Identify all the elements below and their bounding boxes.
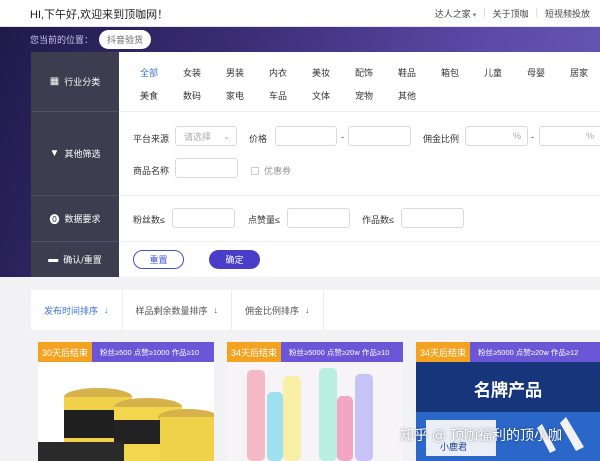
category-item[interactable]: 女装 xyxy=(183,66,226,79)
confirm-button[interactable]: 确定 xyxy=(209,250,260,269)
top-bar: HI,下午好,欢迎来到顶咖网！ 达人之家 ▾ | 关于顶咖 | 短视频投放 xyxy=(0,0,600,27)
arrow-down-icon: ↓ xyxy=(305,305,310,315)
breadcrumb-prefix: 您当前的位置： xyxy=(30,35,94,45)
category-item[interactable]: 文体 xyxy=(312,89,355,102)
works-input[interactable] xyxy=(401,208,464,228)
arrow-down-icon: ↓ xyxy=(213,305,219,315)
price-dash: - xyxy=(341,132,344,142)
category-item[interactable]: 男装 xyxy=(226,66,269,79)
top-nav: 达人之家 ▾ | 关于顶咖 | 短视频投放 xyxy=(434,7,590,20)
product-card[interactable]: 30天后结束 粉丝≥500 点赞≥1000 作品≥10 xyxy=(38,342,214,461)
filter-content: 全部 女装 男装 内衣 美妆 配饰 鞋品 箱包 儿童 母婴 居家 美食 数码 家… xyxy=(119,52,600,277)
ends-badge: 34天后结束 xyxy=(227,342,282,362)
product-image: 名牌产品 小鹿君 xyxy=(416,362,600,461)
product-image xyxy=(38,362,214,461)
fans-input[interactable] xyxy=(172,208,235,228)
category-item[interactable]: 数码 xyxy=(183,89,226,102)
arrow-down-icon: ↓ xyxy=(104,305,109,315)
sort-by-commission[interactable]: 佣金比例排序 ↓ xyxy=(232,290,324,330)
sidebar-item-data: ⓿ 数据要求 xyxy=(31,196,119,242)
filter-sidebar: ▦ 行业分类 ▼ 其他筛选 ⓿ 数据要求 ▬ 确认/重置 xyxy=(31,52,119,277)
platform-label: 平台来源 xyxy=(133,134,170,144)
watermark-text: 知乎 @ 顶咖福利的顶小咖 xyxy=(400,427,562,443)
category-row: 全部 女装 男装 内衣 美妆 配饰 鞋品 箱包 儿童 母婴 居家 美食 数码 家… xyxy=(119,52,600,112)
category-item[interactable]: 居家 xyxy=(570,66,600,79)
product-image xyxy=(227,362,403,461)
breadcrumb: 您当前的位置： 抖音验货 xyxy=(30,30,152,49)
commission-label: 佣金比例 xyxy=(423,134,460,144)
works-label: 作品数≤ xyxy=(362,215,394,225)
category-item[interactable]: 儿童 xyxy=(484,66,527,79)
category-item[interactable]: 箱包 xyxy=(441,66,484,79)
card-requirements: 粉丝≥500 点赞≥1000 作品≥10 xyxy=(100,347,200,357)
card-requirements: 粉丝≥5000 点赞≥20w 作品≥10 xyxy=(289,347,390,357)
likes-input[interactable] xyxy=(287,208,350,228)
greeting-text: HI,下午好,欢迎来到顶咖网！ xyxy=(30,9,169,21)
category-item[interactable]: 配饰 xyxy=(355,66,398,79)
category-item[interactable]: 宠物 xyxy=(355,89,398,102)
chevron-down-icon: ⌄ xyxy=(223,131,230,141)
category-item[interactable]: 车品 xyxy=(269,89,312,102)
product-card[interactable]: 34天后结束 粉丝≥5000 点赞≥20w 作品≥10 xyxy=(227,342,403,461)
card-header: 34天后结束 粉丝≥5000 点赞≥20w 作品≥12 xyxy=(416,342,600,362)
fans-label: 粉丝数≤ xyxy=(133,215,165,225)
ends-badge: 30天后结束 xyxy=(38,342,93,362)
other-filter-row: 平台来源 请选择 ⌄ 价格 - 佣金比例 % - % 商品名称 优惠券 xyxy=(119,112,600,196)
nav-about[interactable]: 关于顶咖 xyxy=(493,7,529,20)
coupon-checkbox[interactable]: 优惠券 xyxy=(251,164,291,177)
commission-min-input[interactable]: % xyxy=(465,126,528,146)
category-item[interactable]: 家电 xyxy=(226,89,269,102)
likes-label: 点赞量≤ xyxy=(248,215,280,225)
category-item[interactable]: 母婴 xyxy=(527,66,570,79)
sidebar-item-industry: ▦ 行业分类 xyxy=(31,52,119,112)
platform-select[interactable]: 请选择 ⌄ xyxy=(175,126,237,146)
product-name-label: 商品名称 xyxy=(133,166,170,176)
card-header: 34天后结束 粉丝≥5000 点赞≥20w 作品≥10 xyxy=(227,342,403,362)
category-list: 全部 女装 男装 内衣 美妆 配饰 鞋品 箱包 儿童 母婴 居家 美食 数码 家… xyxy=(140,66,600,102)
commission-dash: - xyxy=(531,132,534,142)
price-min-input[interactable] xyxy=(275,126,337,146)
chevron-down-icon: ▾ xyxy=(472,12,477,19)
product-name-input[interactable] xyxy=(175,158,238,178)
card-requirements: 粉丝≥5000 点赞≥20w 作品≥12 xyxy=(478,347,579,357)
category-item[interactable]: 美妆 xyxy=(312,66,355,79)
document-icon: ▬ xyxy=(48,254,59,265)
nav-talent-home[interactable]: 达人之家 ▾ xyxy=(435,7,477,20)
filter-panel: ▦ 行业分类 ▼ 其他筛选 ⓿ 数据要求 ▬ 确认/重置 全部 女装 男装 内衣… xyxy=(31,52,600,277)
category-all[interactable]: 全部 xyxy=(140,66,183,79)
sidebar-item-confirm: ▬ 确认/重置 xyxy=(48,254,102,265)
price-max-input[interactable] xyxy=(348,126,411,146)
nav-video-ads[interactable]: 短视频投放 xyxy=(545,7,590,20)
card-header: 30天后结束 粉丝≥500 点赞≥1000 作品≥10 xyxy=(38,342,214,362)
commission-max-input[interactable]: % xyxy=(539,126,600,146)
card-headline: 名牌产品 xyxy=(474,380,542,400)
category-item[interactable]: 美食 xyxy=(140,89,183,102)
sort-by-sample-remaining[interactable]: 样品剩余数量排序 ↓ xyxy=(123,290,233,330)
category-item[interactable]: 其他 xyxy=(398,89,441,102)
funnel-icon: ▼ xyxy=(49,148,60,159)
reset-button[interactable]: 重置 xyxy=(133,250,184,269)
checkbox-icon xyxy=(251,166,259,175)
category-item[interactable]: 鞋品 xyxy=(398,66,441,79)
breadcrumb-current[interactable]: 抖音验货 xyxy=(99,30,152,49)
sort-bar: 发布时间排序 ↓ 样品剩余数量排序 ↓ 佣金比例排序 ↓ xyxy=(31,290,600,330)
category-item[interactable]: 内衣 xyxy=(269,66,312,79)
ends-badge: 34天后结束 xyxy=(416,342,471,362)
sort-by-publish-time[interactable]: 发布时间排序 ↓ xyxy=(31,290,123,330)
price-label: 价格 xyxy=(249,134,268,144)
grid-icon: ▦ xyxy=(49,76,60,87)
data-requirement-row: 粉丝数≤ 点赞量≤ 作品数≤ xyxy=(119,196,600,242)
alert-icon: ⓿ xyxy=(49,215,60,226)
sidebar-item-filter: ▼ 其他筛选 xyxy=(31,112,119,196)
